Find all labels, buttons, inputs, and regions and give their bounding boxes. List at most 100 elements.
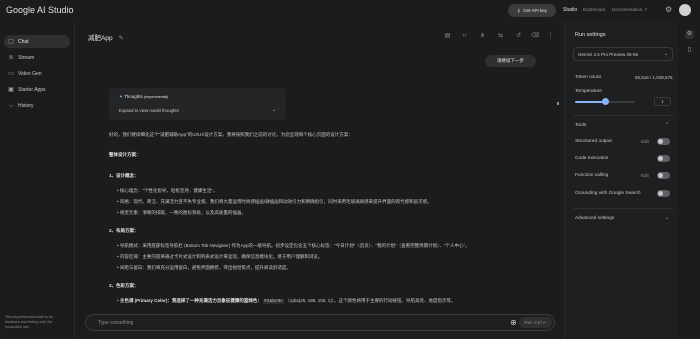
- compare-icon[interactable]: ⇆: [497, 33, 504, 40]
- settings-gear-icon[interactable]: ⚙: [665, 6, 673, 14]
- scrollbar[interactable]: [557, 102, 559, 105]
- temperature-label: Temperature: [575, 89, 602, 94]
- sidebar-item-label: Starter Apps: [18, 86, 46, 93]
- edit-icon[interactable]: ✎: [118, 35, 123, 42]
- tool-function-calling: Function calling: [575, 173, 609, 178]
- code-icon[interactable]: ‹›: [461, 33, 468, 40]
- app-logo[interactable]: Google AI Studio: [6, 5, 74, 15]
- run-button[interactable]: Run Ctrl ↵: [519, 317, 552, 328]
- sidebar-item-stream[interactable]: ≋ Stream: [4, 51, 70, 64]
- temperature-slider[interactable]: [575, 98, 635, 105]
- advanced-settings-label[interactable]: Advanced settings: [575, 216, 614, 221]
- bullet-text: 视觉元素：清晰的排版，一致的图标系统，以及高质量的插画。: [119, 210, 246, 215]
- tool-structured-output: Structured output: [575, 139, 612, 144]
- sidebar-item-label: Stream: [18, 54, 35, 61]
- tool-code-execution: Code execution: [575, 156, 609, 161]
- history-icon: ⌵: [8, 102, 14, 109]
- expand-thoughts[interactable]: Expand to view model thoughts: [119, 108, 179, 113]
- stream-icon: ≋: [8, 54, 14, 61]
- thoughts-tag: (experimental): [143, 95, 169, 99]
- bullet-text: 间距与留白：我们将充分运用留白，避免界面拥挤，突出视觉焦点，提升阅读舒适度。: [119, 265, 291, 270]
- run-shortcut: Ctrl ↵: [534, 319, 547, 325]
- edit-function-calling[interactable]: Edit: [641, 173, 649, 178]
- sidebar-item-starter-apps[interactable]: ▣ Starter Apps: [4, 83, 70, 96]
- chevron-down-icon[interactable]: ⌄: [665, 215, 669, 221]
- tune-icon[interactable]: ⚙: [685, 30, 694, 39]
- external-link-icon: ↗: [643, 7, 648, 12]
- token-count-label: Token count: [575, 75, 601, 80]
- nav-studio[interactable]: Studio: [563, 7, 577, 13]
- sidebar-item-video-gen[interactable]: ▭ Video Gen: [4, 67, 70, 80]
- page-title[interactable]: 减肥App ✎: [88, 32, 124, 42]
- bullet-text: （rgba(26, 188, 156, 1)）。这个颜色将用于主要的行动按钮、导…: [285, 298, 456, 303]
- response-heading: 1、设计概念：: [109, 173, 139, 178]
- more-icon[interactable]: ⋮: [547, 33, 554, 40]
- divider: [573, 208, 673, 209]
- response-bullet: • 核心理念："个性化指导，轻松坚持，健康生活"。: [117, 188, 218, 193]
- nav-documentation[interactable]: Documentation ↗: [612, 7, 647, 13]
- bullet-text: 风格：现代、简洁、充满活力且不失专业感。我们将大量运用时尚感插画/微插画和动效引…: [119, 199, 432, 204]
- response-heading: 2、布局方案：: [109, 228, 139, 233]
- video-icon: ▭: [8, 70, 14, 77]
- experimental-note: This experimental model is for feedback …: [5, 315, 53, 329]
- slider-fill: [575, 101, 605, 103]
- chevron-up-icon[interactable]: ⌃: [665, 122, 669, 128]
- top-bar: Google AI Studio ⚷ Get API key Studio Da…: [0, 0, 700, 22]
- chevron-down-icon[interactable]: ⌄: [272, 107, 276, 113]
- get-api-key-button[interactable]: ⚷ Get API key: [508, 4, 556, 17]
- sidebar-item-label: History: [18, 102, 34, 109]
- code-execution-toggle[interactable]: [657, 155, 670, 162]
- bullet-text: 核心理念："个性化指导，轻松坚持，健康生活"。: [119, 188, 218, 193]
- grounding-toggle[interactable]: [657, 190, 670, 197]
- document-icon[interactable]: ▤: [444, 33, 451, 40]
- model-name: Gemini 2.5 Pro Preview 05-06: [578, 51, 639, 57]
- run-settings-title: Run settings: [575, 32, 606, 38]
- sidebar-item-label: Video Gen: [18, 70, 42, 77]
- response-line: 好的，我们继续细化这个"减肥辅助App"的UI/UX设计方案。我将按照我们之前的…: [109, 132, 353, 137]
- thoughts-panel[interactable]: ✦ Thoughts (experimental) Expand to view…: [109, 88, 286, 120]
- tools-label: Tools: [575, 123, 587, 128]
- add-icon[interactable]: ⊕: [509, 318, 518, 327]
- chat-main: 减肥App ✎ ▤ ‹› ⋔ ⇆ ↺ ⌫ ⋮ 请继续下一步 ✦ Thoughts…: [74, 22, 564, 339]
- prompt-input[interactable]: Type something ⊕ Run Ctrl ↵: [85, 314, 555, 331]
- reset-icon[interactable]: ↺: [515, 33, 522, 40]
- sparkle-icon: ✦: [119, 94, 123, 99]
- thoughts-title: ✦ Thoughts (experimental): [119, 94, 168, 100]
- edit-structured-output[interactable]: Edit: [641, 139, 649, 144]
- share-icon[interactable]: ⋔: [479, 33, 486, 40]
- response-bullet: • 间距与留白：我们将充分运用留白，避免界面拥挤，突出视觉焦点，提升阅读舒适度。: [117, 265, 291, 270]
- chat-icon: ▢: [8, 38, 14, 45]
- bullet-text: 导航模式：采用底部标签导航栏 (Bottom Tab Navigator) 作为…: [119, 243, 470, 248]
- tool-grounding: Grounding with Google Search: [575, 191, 641, 196]
- response-bullet: • 导航模式：采用底部标签导航栏 (Bottom Tab Navigator) …: [117, 243, 470, 248]
- right-rail: ⚙ ▯: [679, 22, 700, 339]
- response-bullet: • 主色调 (Primary Color)：我选择了一种充满活力且象征健康的蓝绿…: [117, 298, 456, 304]
- page-title-text: 减肥App: [88, 35, 113, 42]
- prompt-placeholder: Type something: [98, 320, 134, 326]
- nav-documentation-label: Documentation: [612, 7, 643, 12]
- avatar[interactable]: [679, 4, 691, 16]
- run-label: Run: [524, 320, 533, 325]
- user-message: 请继续下一步: [485, 55, 536, 67]
- get-api-key-label: Get API key: [523, 8, 548, 13]
- run-settings-panel: Run settings Gemini 2.5 Pro Preview 05-0…: [564, 22, 678, 339]
- bookmark-icon[interactable]: ▯: [685, 46, 694, 55]
- model-selector[interactable]: Gemini 2.5 Pro Preview 05-06 ⌄: [573, 47, 673, 61]
- slider-handle[interactable]: [601, 98, 609, 105]
- bullet-text: 主色调 (Primary Color)：我选择了一种充满活力且象征健康的蓝绿色：: [119, 298, 262, 303]
- response-bullet: • 内容区域：主要内容将通过卡片式设计和列表式设计来呈现，确保信息模块化，易于用…: [117, 254, 323, 259]
- token-count-value: 85,516 / 1,048,576: [635, 75, 673, 80]
- response-bullet: • 风格：现代、简洁、充满活力且不失专业感。我们将大量运用时尚感插画/微插画和动…: [117, 199, 432, 204]
- response-bullet: • 视觉元素：清晰的排版，一致的图标系统，以及高质量的插画。: [117, 210, 246, 215]
- structured-output-toggle[interactable]: [657, 138, 670, 145]
- sidebar-item-label: Chat: [18, 38, 29, 45]
- apps-icon: ▣: [8, 86, 14, 93]
- sidebar-item-history[interactable]: ⌵ History: [4, 99, 70, 112]
- function-calling-toggle[interactable]: [657, 172, 670, 179]
- response-heading: 整体设计方案：: [109, 152, 141, 157]
- temperature-input[interactable]: 1: [654, 97, 671, 106]
- color-code: #1abc9c: [263, 299, 285, 304]
- nav-dashboard[interactable]: Dashboard: [583, 7, 605, 12]
- delete-icon[interactable]: ⌫: [531, 33, 539, 40]
- sidebar-item-chat[interactable]: ▢ Chat: [4, 35, 70, 48]
